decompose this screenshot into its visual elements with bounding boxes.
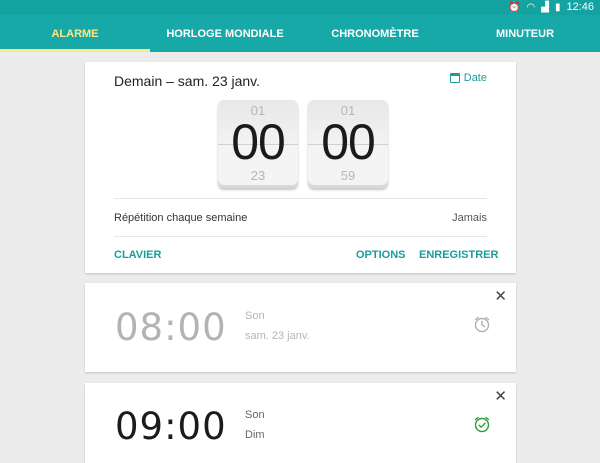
alarm-toggle-icon[interactable] bbox=[473, 415, 491, 433]
alarm-item[interactable]: 09:00 Son Dim ✕ bbox=[85, 383, 516, 463]
divider bbox=[114, 236, 487, 237]
divider bbox=[114, 198, 487, 199]
battery-icon: ▮ bbox=[554, 2, 561, 13]
date-button-label: Date bbox=[463, 72, 487, 84]
minute-picker[interactable]: 01 00 59 bbox=[308, 100, 388, 188]
tab-horloge-mondiale[interactable]: HORLOGE MONDIALE bbox=[150, 15, 300, 52]
calendar-icon bbox=[449, 73, 460, 83]
alarm-date: sam. 23 janv. bbox=[245, 330, 310, 342]
options-button[interactable]: OPTIONS bbox=[356, 249, 406, 261]
alarm-editor-card: Demain – sam. 23 janv. Date 01 00 23 01 … bbox=[85, 62, 516, 273]
alarm-sound: Son bbox=[245, 310, 265, 322]
alarm-day: Dim bbox=[245, 429, 265, 441]
status-time: 12:46 bbox=[566, 1, 594, 13]
delete-alarm-button[interactable]: ✕ bbox=[494, 287, 507, 305]
save-button[interactable]: ENREGISTRER bbox=[419, 249, 498, 261]
alarm-sound: Son bbox=[245, 409, 265, 421]
signal-icon: ▟ bbox=[541, 2, 549, 13]
alarm-icon: ⏰ bbox=[508, 2, 521, 13]
tab-chronometre[interactable]: CHRONOMÈTRE bbox=[300, 15, 450, 52]
minute-value: 00 bbox=[321, 114, 376, 170]
keyboard-button[interactable]: CLAVIER bbox=[114, 249, 161, 261]
repeat-label: Répétition chaque semaine bbox=[114, 212, 248, 224]
hour-next: 23 bbox=[250, 168, 266, 183]
tab-bar: ALARME HORLOGE MONDIALE CHRONOMÈTRE MINU… bbox=[0, 15, 600, 52]
hour-picker[interactable]: 01 00 23 bbox=[218, 100, 298, 188]
wifi-icon: ◠ bbox=[526, 2, 536, 13]
tab-minuteur[interactable]: MINUTEUR bbox=[450, 15, 600, 52]
status-bar: ⏰ ◠ ▟ ▮ 12:46 bbox=[0, 0, 600, 15]
alarm-item[interactable]: 08:00 Son sam. 23 janv. ✕ bbox=[85, 283, 516, 372]
editor-title: Demain – sam. 23 janv. bbox=[114, 73, 261, 89]
minute-next: 59 bbox=[340, 168, 356, 183]
hour-value: 00 bbox=[231, 114, 286, 170]
date-button[interactable]: Date bbox=[449, 72, 487, 84]
alarm-time: 08:00 bbox=[115, 306, 227, 349]
alarm-toggle-icon[interactable] bbox=[473, 315, 491, 333]
delete-alarm-button[interactable]: ✕ bbox=[494, 387, 507, 405]
tab-alarme[interactable]: ALARME bbox=[0, 15, 150, 52]
alarm-time: 09:00 bbox=[115, 405, 227, 448]
repeat-value[interactable]: Jamais bbox=[452, 212, 487, 224]
